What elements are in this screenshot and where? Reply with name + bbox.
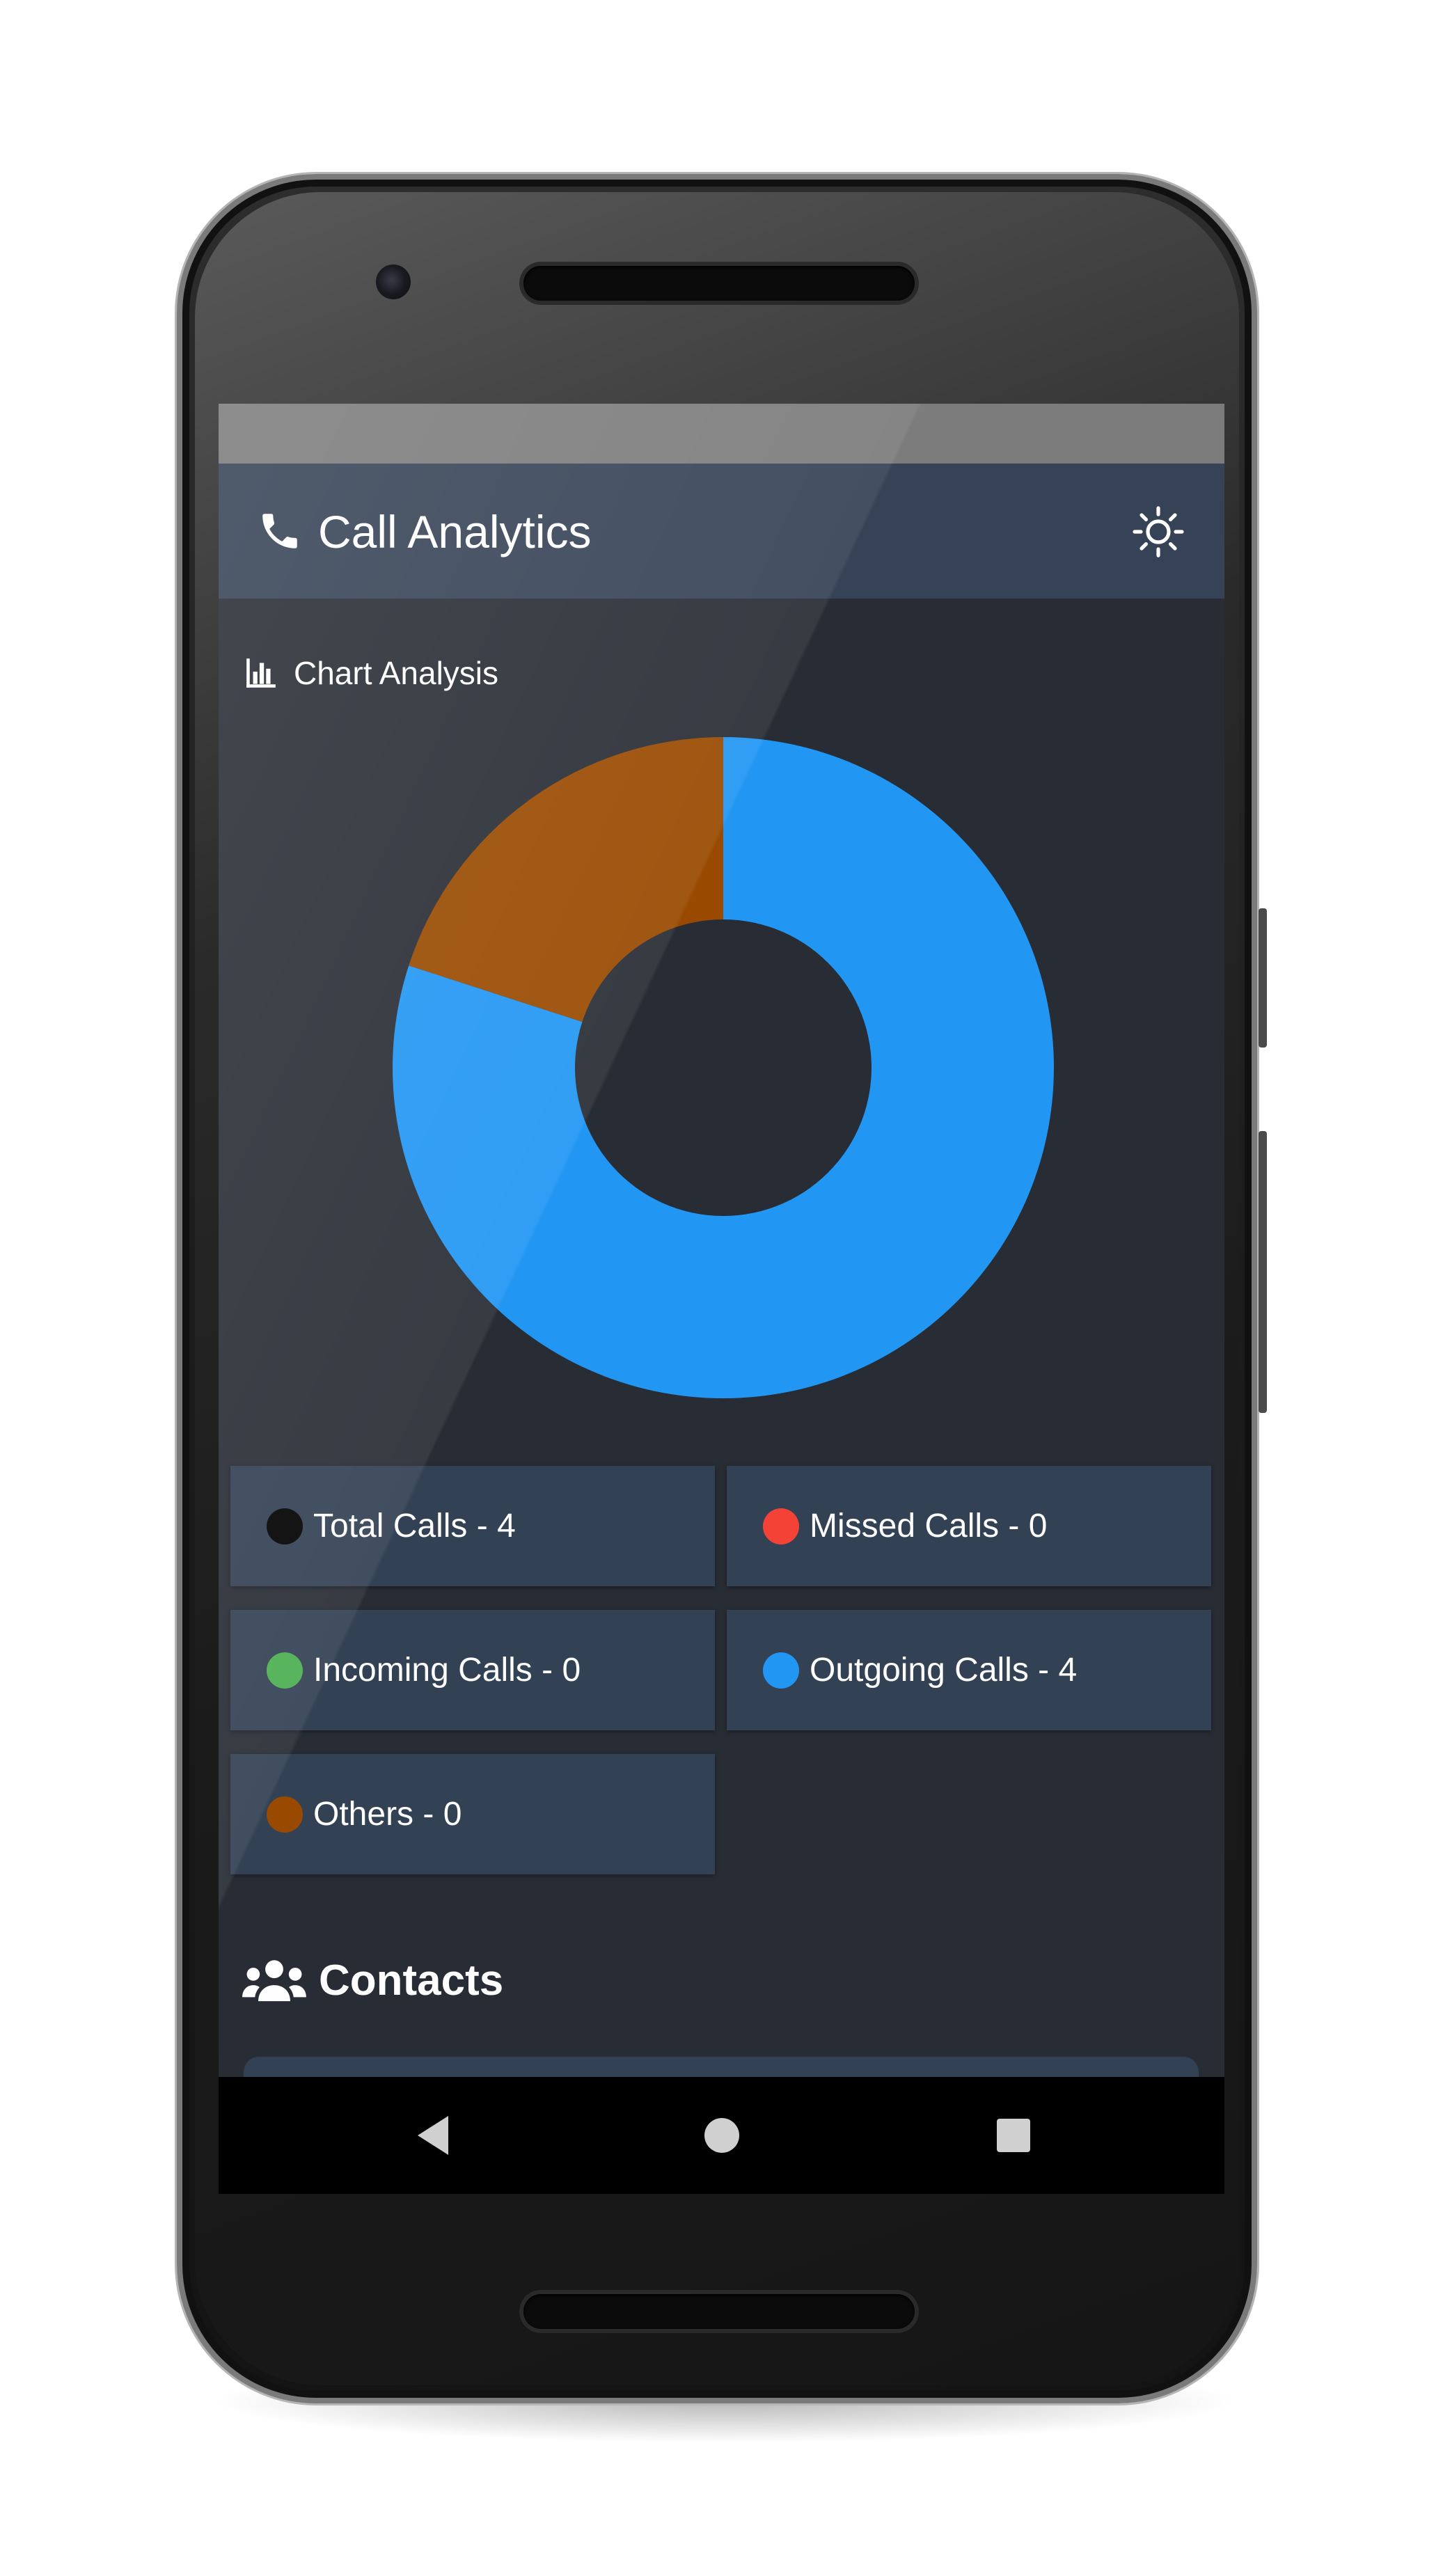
chart-section-heading: Chart Analysis: [244, 652, 498, 694]
legend-label: Total Calls - 4: [313, 1508, 516, 1544]
app-bar: Call Analytics: [219, 464, 1224, 599]
contacts-title: Contacts: [319, 1956, 504, 2005]
legend-dot: [267, 1508, 303, 1544]
bottom-speaker: [523, 2294, 915, 2329]
legend-label: Others - 0: [313, 1796, 462, 1833]
phone-icon: [262, 514, 297, 548]
back-triangle-icon[interactable]: [407, 2108, 462, 2163]
home-circle-icon[interactable]: [694, 2108, 750, 2163]
power-button: [1259, 908, 1267, 1048]
legend-label: Missed Calls - 0: [810, 1508, 1048, 1544]
volume-rocker: [1259, 1131, 1267, 1413]
legend-missed-calls: Missed Calls - 0: [727, 1466, 1211, 1586]
legend-outgoing-calls: Outgoing Calls - 4: [727, 1610, 1211, 1730]
legend-dot: [267, 1796, 303, 1833]
earpiece-speaker: [523, 266, 915, 301]
legend-dot: [763, 1652, 799, 1689]
donut-slice-others: [409, 737, 723, 1022]
front-camera: [376, 264, 411, 299]
app-title: Call Analytics: [318, 506, 592, 558]
legend-others: Others - 0: [230, 1754, 715, 1874]
legend-label: Outgoing Calls - 4: [810, 1652, 1078, 1689]
legend-dot: [267, 1652, 303, 1689]
legend-label: Incoming Calls - 0: [313, 1652, 581, 1689]
legend-dot: [763, 1508, 799, 1544]
users-icon: [242, 1960, 306, 2002]
chart-section-title: Chart Analysis: [294, 655, 499, 691]
donut-chart: [393, 737, 1054, 1398]
legend-incoming-calls: Incoming Calls - 0: [230, 1610, 715, 1730]
sun-icon[interactable]: [1130, 504, 1186, 560]
legend-total-calls: Total Calls - 4: [230, 1466, 715, 1586]
contacts-heading: Contacts: [242, 1949, 503, 2012]
navigation-bar: [219, 2077, 1224, 2194]
screen: Call Analytics Chart Analysis Total Call…: [219, 404, 1224, 2194]
recents-square-icon[interactable]: [986, 2108, 1041, 2163]
status-bar: [219, 404, 1224, 464]
bar-chart-icon: [246, 658, 276, 688]
